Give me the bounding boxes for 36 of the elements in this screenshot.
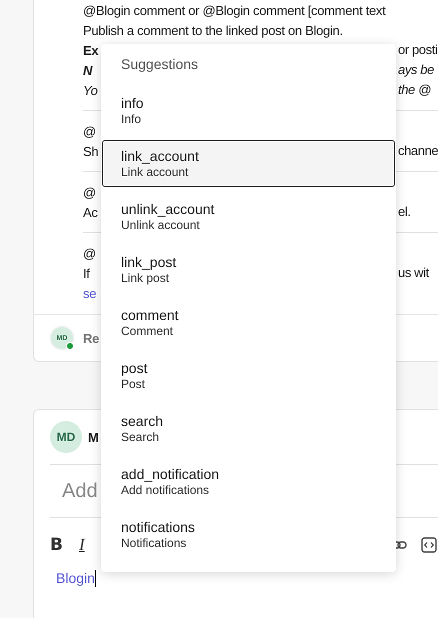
- help-text: Yo: [83, 83, 98, 98]
- author-name: M: [88, 430, 99, 444]
- editor-field[interactable]: Blogin: [50, 568, 96, 588]
- avatar: MD: [50, 421, 82, 453]
- help-text: ays be: [398, 61, 435, 79]
- italic-button[interactable]: I: [78, 535, 85, 555]
- help-text: us wit: [398, 264, 430, 282]
- help-text: If: [83, 266, 90, 281]
- help-text: @: [83, 185, 96, 200]
- help-text: N: [83, 63, 92, 78]
- code-icon[interactable]: [421, 537, 437, 553]
- help-text: Publish a comment to the linked post on Blogin.: [83, 23, 343, 38]
- suggestion-item[interactable]: post Post: [102, 352, 395, 399]
- suggestion-item[interactable]: unlink_account Unlink account: [102, 193, 395, 240]
- help-text: Ac: [83, 205, 98, 220]
- suggestion-item[interactable]: info Info: [102, 87, 395, 134]
- suggestion-item[interactable]: link_post Link post: [102, 246, 395, 293]
- suggestion-item[interactable]: search Search: [102, 405, 395, 452]
- reply-prompt[interactable]: Re: [83, 330, 100, 346]
- suggestion-item[interactable]: comment Comment: [102, 299, 395, 346]
- suggestion-item[interactable]: link_account Link account: [102, 140, 395, 187]
- help-text: @Blogin comment or @Blogin comment [comment text: [83, 3, 386, 18]
- help-text: the @: [398, 81, 432, 99]
- help-text: el.: [398, 203, 412, 221]
- help-text: @: [83, 246, 96, 261]
- help-link[interactable]: se: [83, 286, 96, 301]
- help-text: Sh: [83, 144, 98, 159]
- suggestion-item[interactable]: notifications Notifications: [102, 511, 395, 558]
- menu-title: Suggestions: [120, 55, 200, 74]
- mention-text: Blogin: [56, 570, 95, 586]
- bold-button[interactable]: B: [50, 535, 63, 555]
- help-text: @: [83, 124, 96, 139]
- help-text: Ex: [83, 43, 98, 58]
- help-text: channe: [398, 142, 438, 160]
- help-text: or posti: [398, 41, 438, 59]
- text-cursor: [94, 570, 96, 586]
